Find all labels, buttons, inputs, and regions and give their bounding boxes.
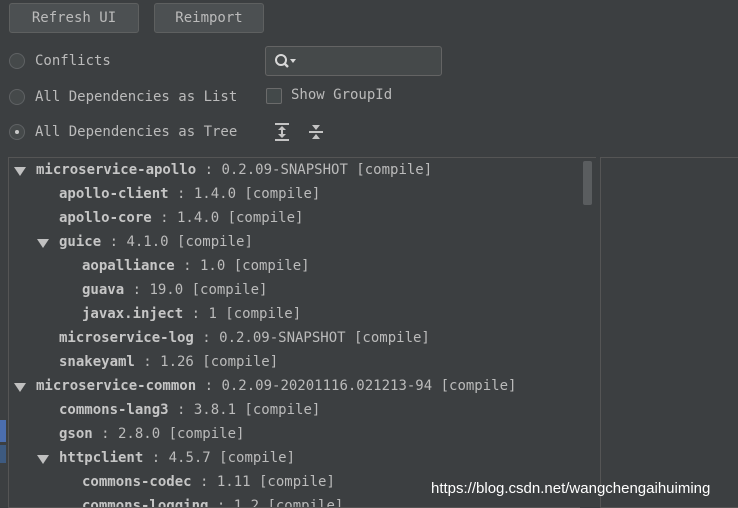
node-name: commons-logging (82, 498, 209, 508)
scroll-thumb[interactable] (583, 161, 592, 205)
tree-option[interactable]: All Dependencies as Tree (9, 121, 237, 143)
node-name: guava (82, 282, 125, 298)
conflicts-label: Conflicts (35, 53, 111, 69)
node-name: commons-lang3 (59, 402, 169, 418)
node-name: microservice-log (59, 330, 194, 346)
watermark-text: https://blog.csdn.net/wangchengaihuiming (431, 480, 711, 497)
conflicts-option[interactable]: Conflicts (9, 50, 111, 72)
node-version: : 1.4.0 [compile] (168, 186, 321, 202)
node-version: : 0.2.09-SNAPSHOT [compile] (196, 162, 433, 178)
node-version: : 1 [compile] (183, 306, 302, 322)
node-name: microservice-common (36, 378, 197, 394)
expand-arrow-icon[interactable] (37, 239, 49, 248)
tree-node[interactable]: microservice-apollo : 0.2.09-SNAPSHOT [c… (36, 158, 432, 182)
tree-node[interactable]: commons-logging : 1.2 [compile] (82, 494, 344, 508)
node-name: aopalliance (82, 258, 175, 274)
tree-node[interactable]: guava : 19.0 [compile] (82, 278, 267, 302)
tree-node[interactable]: microservice-common : 0.2.09-20201116.02… (36, 374, 516, 398)
node-version: : 3.8.1 [compile] (168, 402, 321, 418)
collapse-all-icon[interactable] (307, 122, 325, 142)
expand-arrow-icon[interactable] (14, 167, 26, 176)
tree-node[interactable]: microservice-log : 0.2.09-SNAPSHOT [comp… (59, 326, 430, 350)
refresh-ui-button[interactable]: Refresh UI (9, 3, 139, 33)
search-field[interactable] (265, 46, 442, 76)
window-edge-accent (0, 445, 6, 463)
node-version: : 1.26 [compile] (134, 354, 279, 370)
node-name: gson (59, 426, 93, 442)
node-name: microservice-apollo (36, 162, 197, 178)
as-tree-label: All Dependencies as Tree (35, 124, 238, 140)
tree-scrollbar[interactable] (580, 158, 596, 508)
expand-arrow-icon[interactable] (37, 455, 49, 464)
as-tree-radio[interactable] (9, 124, 25, 140)
node-version: : 1.0 [compile] (174, 258, 310, 274)
node-version: : 1.11 [compile] (191, 474, 335, 490)
tree-node[interactable]: commons-lang3 : 3.8.1 [compile] (59, 398, 320, 422)
node-version: : 4.1.0 [compile] (101, 234, 253, 250)
conflicts-radio[interactable] (9, 53, 25, 69)
details-panel (600, 157, 738, 508)
window-edge-accent (0, 420, 6, 442)
tree-node[interactable]: javax.inject : 1 [compile] (82, 302, 301, 326)
node-name: apollo-client (59, 186, 169, 202)
node-name: apollo-core (59, 210, 152, 226)
node-name: snakeyaml (59, 354, 135, 370)
node-version: : 0.2.09-SNAPSHOT [compile] (193, 330, 430, 346)
tree-node[interactable]: httpclient : 4.5.7 [compile] (59, 446, 295, 470)
show-groupid-checkbox[interactable] (266, 88, 282, 104)
tree-node[interactable]: gson : 2.8.0 [compile] (59, 422, 244, 446)
tree-node[interactable]: commons-codec : 1.11 [compile] (82, 470, 335, 494)
tree-node[interactable]: aopalliance : 1.0 [compile] (82, 254, 310, 278)
node-version: : 2.8.0 [compile] (92, 426, 245, 442)
node-version: : 19.0 [compile] (124, 282, 268, 298)
expand-arrow-icon[interactable] (14, 383, 26, 392)
show-groupid-label: Show GroupId (291, 87, 393, 103)
tree-node[interactable]: snakeyaml : 1.26 [compile] (59, 350, 278, 374)
tree-node[interactable]: apollo-client : 1.4.0 [compile] (59, 182, 320, 206)
list-option[interactable]: All Dependencies as List (9, 86, 237, 108)
node-version: : 4.5.7 [compile] (143, 450, 296, 466)
node-name: httpclient (59, 450, 144, 466)
dependency-tree[interactable]: microservice-apollo : 0.2.09-SNAPSHOT [c… (8, 157, 596, 508)
node-version: : 1.2 [compile] (208, 498, 344, 508)
as-list-label: All Dependencies as List (35, 89, 238, 105)
expand-all-icon[interactable] (273, 122, 291, 142)
reimport-button[interactable]: Reimport (154, 3, 264, 33)
node-version: : 1.4.0 [compile] (151, 210, 304, 226)
node-name: commons-codec (82, 474, 192, 490)
search-icon[interactable] (271, 47, 301, 75)
as-list-radio[interactable] (9, 89, 25, 105)
tree-node[interactable]: apollo-core : 1.4.0 [compile] (59, 206, 303, 230)
node-name: guice (59, 234, 102, 250)
node-name: javax.inject (82, 306, 184, 322)
tree-node[interactable]: guice : 4.1.0 [compile] (59, 230, 253, 254)
node-version: : 0.2.09-20201116.021213-94 [compile] (196, 378, 517, 394)
